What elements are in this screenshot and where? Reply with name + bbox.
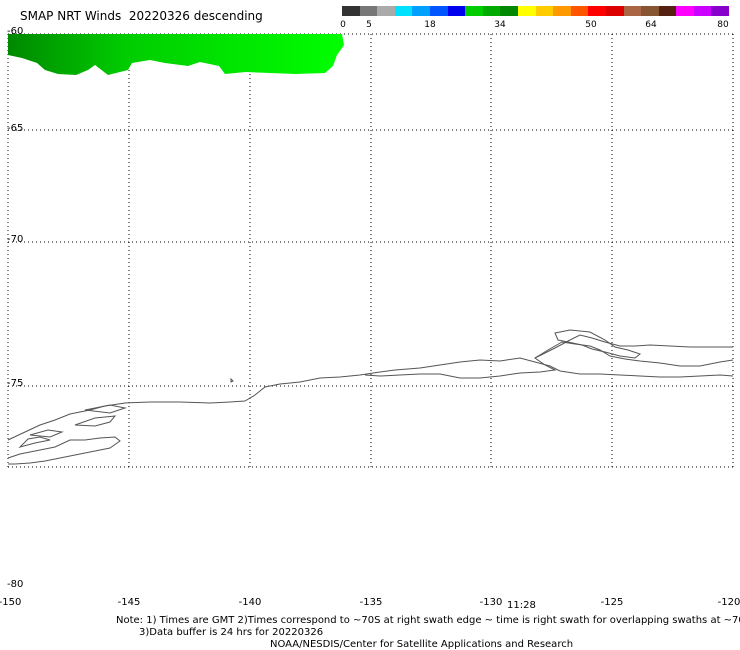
footnote-line-1: Note: 1) Times are GMT 2)Times correspon… [116, 615, 740, 626]
lat-label: -65 [7, 123, 24, 134]
footnote-credit: NOAA/NESDIS/Center for Satellite Applica… [270, 639, 574, 650]
lon-label: -120 [717, 597, 740, 608]
lon-label: -130 [479, 597, 503, 608]
wind-swath [8, 34, 344, 75]
lon-label: -125 [600, 597, 624, 608]
lat-label: -80 [7, 579, 24, 590]
lon-label: -135 [359, 597, 383, 608]
swath-time-label: 11:28 [507, 600, 536, 611]
map-panel [7, 33, 734, 468]
lon-label: -145 [117, 597, 141, 608]
lat-label: -75 [7, 378, 24, 389]
lat-lon-grid [7, 33, 734, 468]
lon-label: -140 [238, 597, 262, 608]
lon-label: -150 [0, 597, 22, 608]
lat-label: -60 [7, 26, 24, 37]
footnote-line-2: 3)Data buffer is 24 hrs for 20220326 [139, 627, 324, 638]
lat-label: -70 [7, 234, 24, 245]
